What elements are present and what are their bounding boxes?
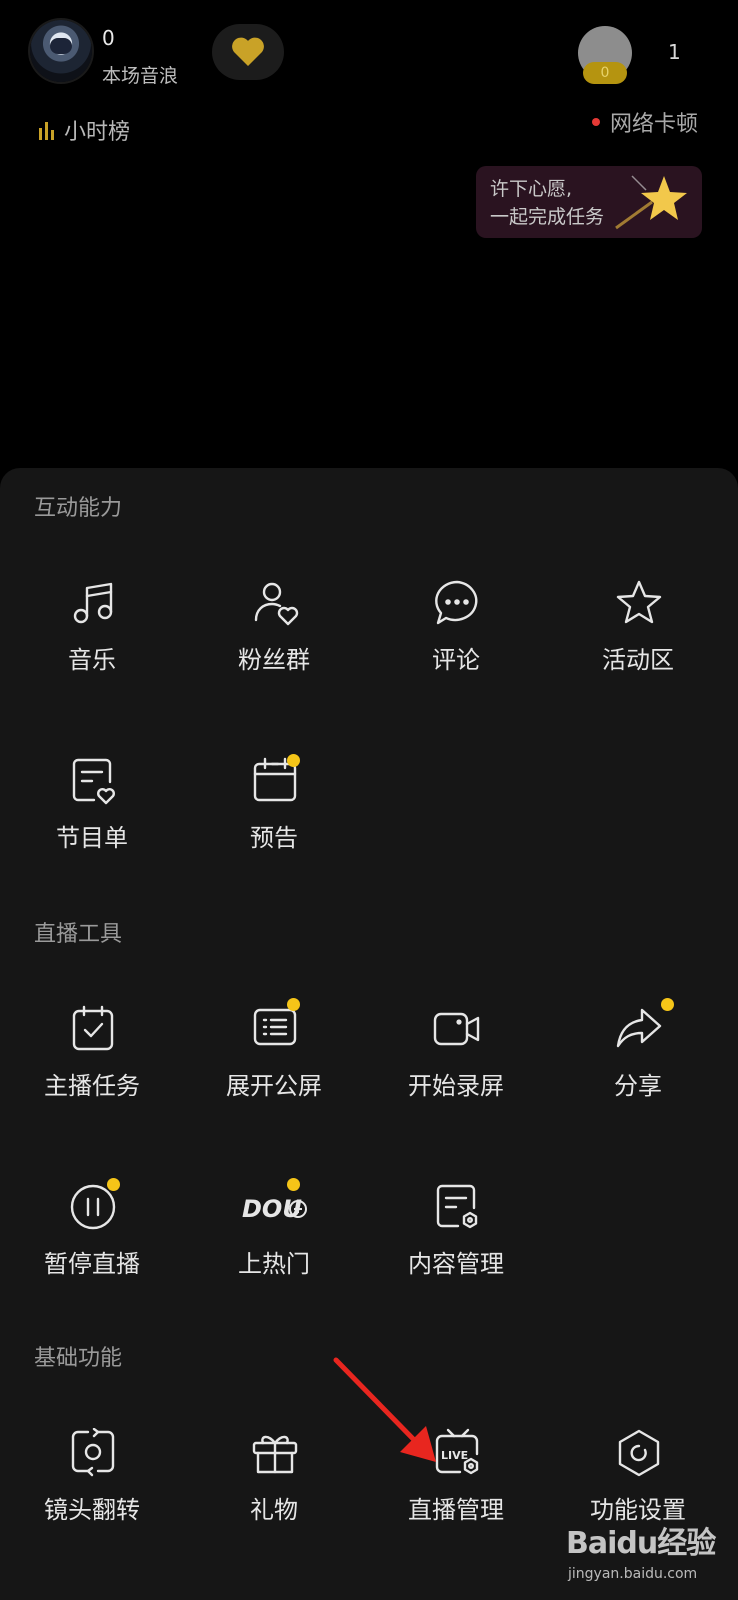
new-badge-dot [661,998,674,1011]
watermark-site: jingyan.baidu.com [568,1566,698,1582]
preview-button[interactable]: 预告 [194,754,354,906]
content-settings-icon [436,1184,478,1229]
sound-wave-label: 本场音浪 [102,65,179,87]
comment-label: 评论 [432,646,480,674]
new-badge-dot [107,1178,120,1191]
share-arrow-icon [616,1008,662,1048]
fan-group-icon [254,582,299,626]
program-list-icon [72,758,115,805]
pause-live-button[interactable]: 暂停直播 [12,1178,172,1332]
wish-line-1: 许下心愿, [490,178,573,200]
section-title-basic: 基础功能 [34,1346,123,1371]
live-management-label: 直播管理 [408,1496,504,1524]
boost-popular-label: 上热门 [238,1250,310,1278]
settings-hexagon-icon [618,1429,660,1477]
content-management-label: 内容管理 [408,1250,504,1278]
wish-line-2: 一起完成任务 [490,206,605,228]
activity-area-button[interactable]: 活动区 [558,578,718,728]
content-management-button[interactable]: 内容管理 [376,1182,536,1332]
fan-group-button[interactable]: 粉丝群 [194,578,354,728]
star-outline-icon [616,580,662,624]
section-title-interactive: 互动能力 [34,496,123,521]
activity-area-label: 活动区 [602,646,674,674]
network-status-label: 网络卡顿 [610,112,699,137]
sound-wave-count: 0 [102,26,115,50]
fan-heart-button[interactable] [212,24,284,80]
share-label: 分享 [614,1072,662,1100]
hourly-rank-label: 小时榜 [64,120,131,145]
flip-camera-label: 镜头翻转 [44,1496,140,1524]
viewer-badge: 0 [583,62,627,84]
gift-icon [252,1435,298,1474]
comment-button[interactable]: 评论 [376,578,536,728]
expand-public-screen-label: 展开公屏 [226,1072,322,1100]
music-button[interactable]: 音乐 [12,578,172,728]
bar-chart-icon [39,122,54,140]
share-button[interactable]: 分享 [558,998,718,1154]
new-badge-dot [287,754,300,767]
gift-label: 礼物 [250,1496,298,1524]
program-list-label: 节目单 [56,824,128,852]
program-list-button[interactable]: 节目单 [12,756,172,906]
section-title-tools: 直播工具 [34,922,123,947]
baidu-watermark: Baidu经验 jingyan.baidu.com [566,1518,716,1594]
start-recording-label: 开始录屏 [408,1072,504,1100]
public-screen-icon [253,1008,297,1046]
music-label: 音乐 [68,646,116,674]
flip-camera-icon [71,1428,115,1477]
expand-public-screen-button[interactable]: 展开公屏 [194,998,354,1154]
svg-text:DOU: DOU [242,1195,302,1223]
pause-live-label: 暂停直播 [44,1250,140,1278]
start-recording-button[interactable]: 开始录屏 [376,1004,536,1154]
annotation-arrow [333,1357,436,1462]
comment-icon [435,580,478,625]
heart-icon [232,37,264,66]
dou-plus-icon: DOU [242,1195,307,1223]
fan-group-label: 粉丝群 [238,646,310,674]
preview-label: 预告 [250,824,298,852]
watermark-brand: Baidu经验 [566,1526,716,1561]
new-badge-dot [287,998,300,1011]
wish-banner[interactable]: 许下心愿, 一起完成任务 [476,166,702,238]
video-camera-icon [433,1012,480,1046]
streamer-task-label: 主播任务 [44,1072,140,1100]
hourly-rank-button[interactable]: 小时榜 [38,114,130,146]
task-clipboard-icon [72,1005,114,1051]
viewer-count[interactable]: 1 [668,40,681,64]
boost-popular-button[interactable]: DOU 上热门 [194,1178,354,1332]
network-status-dot [592,118,600,126]
flip-camera-button[interactable]: 镜头翻转 [12,1428,172,1578]
music-icon [73,582,113,624]
new-badge-dot [287,1178,300,1191]
star-icon [615,175,687,230]
network-status: 网络卡顿 [592,106,698,138]
streamer-avatar[interactable] [30,20,92,82]
streamer-task-button[interactable]: 主播任务 [12,1004,172,1154]
